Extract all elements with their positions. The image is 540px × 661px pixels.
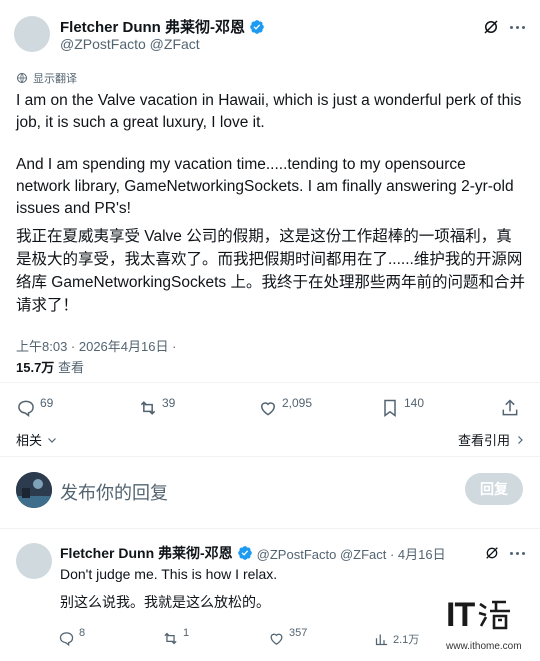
verified-badge-icon	[249, 19, 265, 35]
related-link[interactable]: 相关	[16, 430, 58, 449]
reply-tweet-translation: 别这么说我。我就是这么放松的。	[60, 594, 270, 610]
reply-tweet-text: Don't judge me. This is how I relax.	[60, 566, 278, 582]
reply-icon	[58, 630, 75, 647]
retweet-count: 1	[183, 627, 190, 639]
translate-icon	[16, 72, 28, 84]
bookmark-icon	[380, 398, 400, 418]
divider	[0, 456, 540, 457]
tweet-timestamp[interactable]: 上午8:03 · 2026年4月16日 ·	[16, 336, 176, 355]
author-avatar[interactable]	[14, 16, 50, 52]
more-options-icon[interactable]	[510, 18, 525, 36]
user-avatar[interactable]	[16, 472, 52, 508]
view-quotes-link[interactable]: 查看引用	[458, 430, 526, 449]
bookmark-action[interactable]: 140	[380, 396, 425, 418]
heart-icon	[258, 398, 278, 418]
grok-icon[interactable]	[484, 545, 500, 561]
ithome-url: www.ithome.com	[446, 641, 522, 652]
views-action[interactable]: 2.1万	[374, 632, 419, 647]
tweet-paragraph-2: And I am spending my vacation time.....t…	[16, 156, 514, 217]
like-action[interactable]: 357	[268, 627, 308, 647]
reply-count: 8	[79, 627, 86, 639]
chevron-right-icon	[514, 434, 526, 446]
bookmark-count: 140	[404, 396, 425, 410]
more-options-icon[interactable]	[510, 546, 525, 560]
author-handle: @ZPostFacto @ZFact	[60, 36, 200, 52]
retweet-action[interactable]: 39	[138, 396, 176, 418]
reply-button[interactable]: 回复	[465, 473, 523, 505]
like-count: 357	[289, 627, 308, 639]
reply-icon	[16, 398, 36, 418]
retweet-icon	[162, 630, 179, 647]
retweet-action[interactable]: 1	[162, 627, 190, 647]
author-name[interactable]: Fletcher Dunn 弗莱彻-邓恩	[60, 16, 245, 37]
divider	[0, 382, 540, 383]
divider	[0, 528, 540, 529]
like-action[interactable]: 2,095	[258, 396, 313, 418]
ithome-logo-it: IT	[446, 596, 475, 634]
chevron-down-icon	[46, 434, 58, 446]
views-count: 2.1万	[393, 634, 420, 646]
tweet-views[interactable]: 15.7万 查看	[16, 357, 84, 376]
views-count: 15.7万	[16, 360, 55, 375]
share-icon	[500, 398, 520, 418]
show-translation-link[interactable]: 显示翻译	[16, 70, 77, 86]
tweet-paragraph-1: I am on the Valve vacation in Hawaii, wh…	[16, 92, 522, 131]
reply-action[interactable]: 69	[16, 396, 54, 418]
heart-icon	[268, 630, 285, 647]
reply-input[interactable]: 发布你的回复	[60, 479, 168, 505]
reply-author-handle: @ZPostFacto @ZFact · 4月16日	[256, 546, 446, 562]
verified-badge-icon	[237, 545, 253, 561]
author-name-row: Fletcher Dunn 弗莱彻-邓恩	[60, 16, 265, 37]
reply-action[interactable]: 8	[58, 627, 86, 647]
reply-author-row: Fletcher Dunn 弗莱彻-邓恩 @ZPostFacto @ZFact …	[60, 543, 446, 563]
like-count: 2,095	[282, 396, 313, 410]
analytics-icon	[374, 632, 389, 647]
share-action[interactable]	[500, 398, 520, 418]
ithome-logo: IT	[446, 598, 512, 632]
grok-icon[interactable]	[482, 18, 500, 36]
reply-count: 69	[40, 396, 54, 410]
views-label: 查看	[57, 360, 84, 375]
retweet-count: 39	[162, 396, 176, 410]
tweet-translation: 我正在夏威夷享受 Valve 公司的假期，这是这份工作超棒的一项福利，真是极大的…	[16, 228, 525, 314]
retweet-icon	[138, 398, 158, 418]
reply-author-avatar[interactable]	[16, 543, 52, 579]
reply-author-name[interactable]: Fletcher Dunn 弗莱彻-邓恩	[60, 543, 233, 563]
ithome-logo-mark	[476, 598, 512, 632]
